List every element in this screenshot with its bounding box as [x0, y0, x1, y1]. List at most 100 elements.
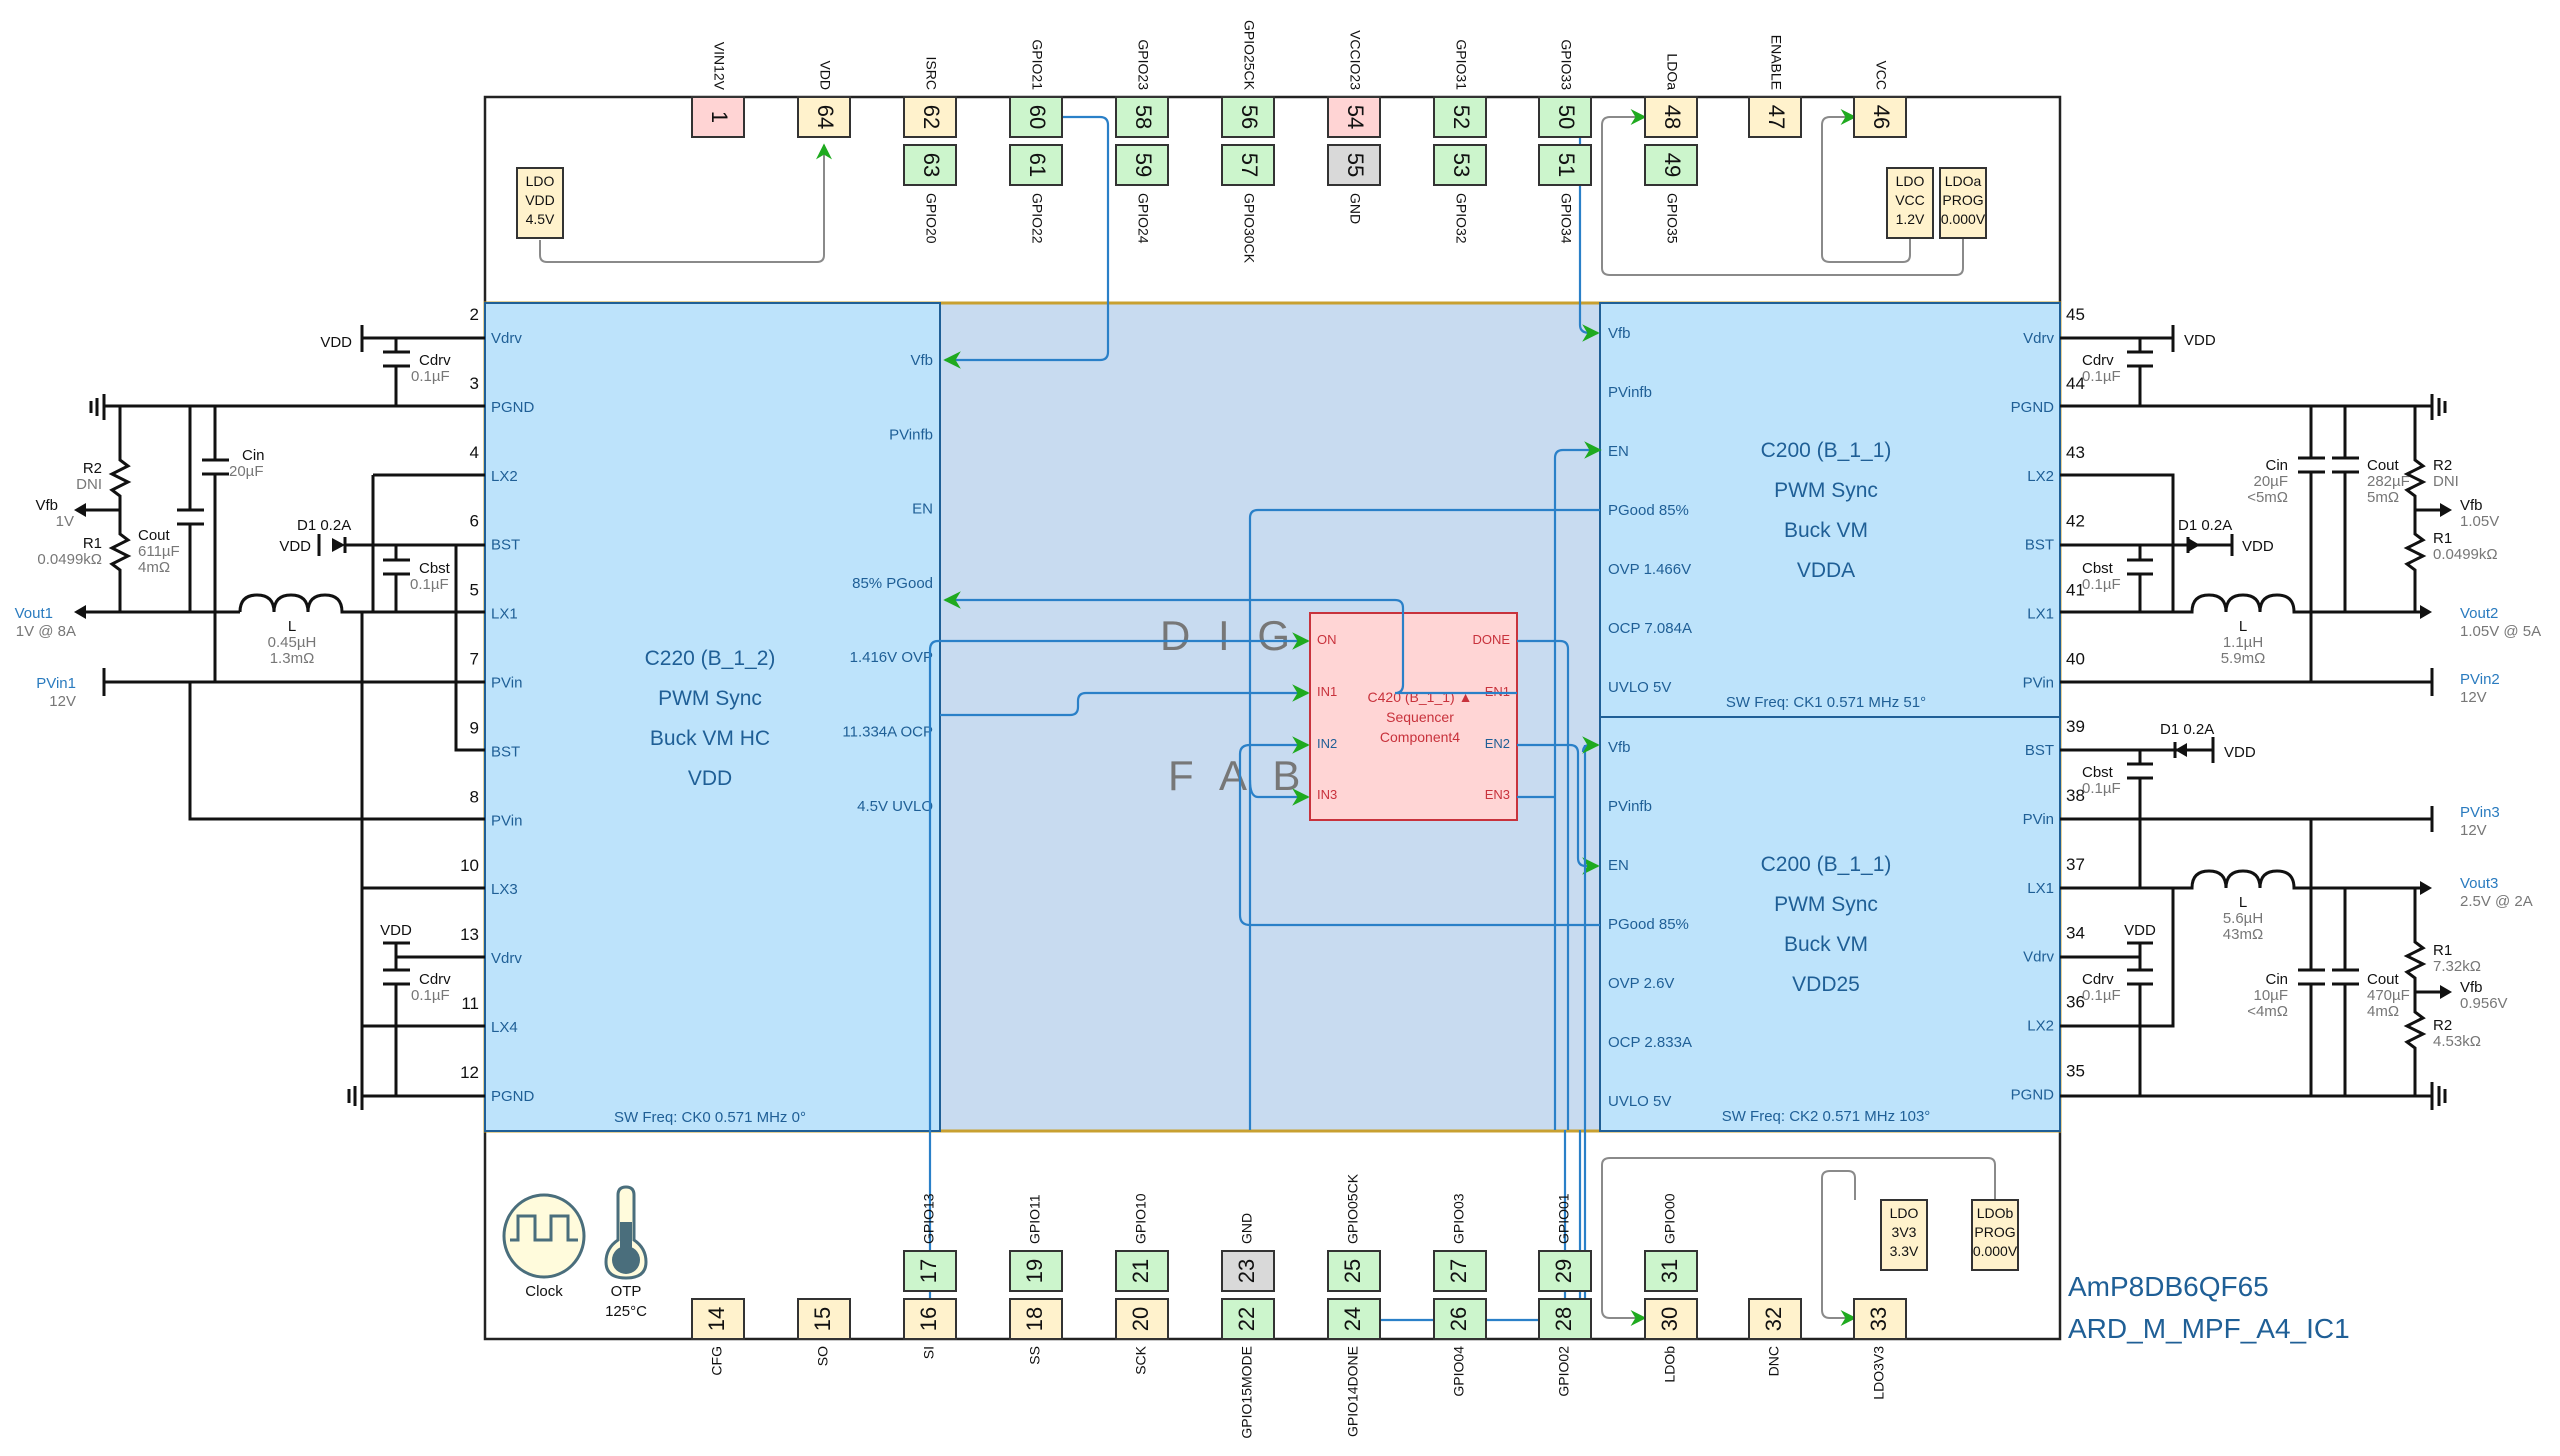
ldo-box-ldo-3v3[interactable]: LDO 3V3 3.3V	[1880, 1199, 1928, 1271]
buck-signal-label: Vfb	[910, 352, 933, 369]
pin-number: 55	[1343, 153, 1368, 177]
schematic-canvas: D I G I T F A B R C220 (B_1_2) PWM Sync …	[15, 20, 2541, 1439]
pin-number: 25	[1340, 1259, 1365, 1283]
top-pin-62[interactable]: 62 ISRC	[903, 57, 957, 138]
r2-cdrv-value: 0.1µF	[2082, 368, 2121, 385]
buck-signal-label: PGood 85%	[1608, 916, 1689, 933]
bottom-pin-22[interactable]: 22 GPIO15MODE	[1221, 1298, 1275, 1439]
ldo-box-line: LDOa	[1945, 173, 1982, 189]
top-pin-52[interactable]: 52 GPIO31	[1433, 39, 1487, 138]
r1-cin-name: Cin	[242, 447, 265, 464]
pin-label: LX1	[491, 606, 518, 623]
r1-ground2-icon	[347, 1082, 485, 1110]
top-pin-47[interactable]: 47 ENABLE	[1748, 35, 1802, 138]
top-pin-54[interactable]: 54 VCCIO23	[1327, 30, 1381, 138]
pin-label: LX2	[491, 468, 518, 485]
ldo-box-ldo-vcc[interactable]: LDO VCC 1.2V	[1886, 167, 1934, 239]
sequencer-c420[interactable]: C420 (B_1_1) ▲ Sequencer Component4 ON I…	[1309, 612, 1518, 821]
r3-cin-value: 10µF	[2254, 987, 2289, 1004]
buck-left-title-1: C220 (B_1_2)	[645, 647, 776, 670]
top-pin-64[interactable]: 64 VDD	[797, 60, 851, 138]
pin-name: GPIO00	[1662, 1193, 1678, 1244]
r2-ground-icon	[2060, 394, 2447, 420]
ldo-box-line: VCC	[1895, 192, 1925, 208]
pin-label: Vdrv	[2023, 949, 2054, 966]
r2-cbst-value: 0.1µF	[2082, 576, 2121, 593]
buck-signal-label: Vfb	[1608, 739, 1631, 756]
pin-number: 28	[1551, 1307, 1576, 1331]
ldo-box-ldob-prog[interactable]: LDOb PROG 0.000V	[1971, 1199, 2019, 1271]
r2-pvin-value: 12V	[2460, 689, 2487, 706]
bottom-pin-32[interactable]: 32 DNC	[1748, 1298, 1802, 1376]
pin-number: 5	[470, 581, 479, 600]
r1-vout-value: 1V @ 8A	[16, 623, 76, 640]
seq-out-en2: EN2	[1485, 736, 1510, 751]
r1-cbst-name: Cbst	[419, 560, 451, 577]
r2-cdrv-name: Cdrv	[2082, 352, 2114, 369]
pin-name: GPIO35	[1664, 193, 1680, 244]
buck-signal-label: UVLO 5V	[1608, 679, 1671, 696]
pin-name: GPIO05CK	[1345, 1173, 1361, 1244]
pin-number: 9	[470, 718, 479, 737]
buck-left-c220[interactable]: C220 (B_1_2) PWM Sync Buck VM HC VDD SW …	[460, 302, 941, 1132]
pin-number: 32	[1761, 1307, 1786, 1331]
pin-name: GPIO34	[1558, 193, 1574, 244]
r2-pvin-name: PVin2	[2460, 671, 2500, 688]
bottom-pin-33[interactable]: 33 LDO3V3	[1853, 1298, 1907, 1400]
pin-name: SO	[815, 1346, 831, 1366]
pin-number: 57	[1237, 153, 1262, 177]
r3-vfb-value: 0.956V	[2460, 995, 2508, 1012]
r1-vout-name: Vout1	[15, 605, 53, 622]
top-pin-48[interactable]: 48 LDOa	[1644, 53, 1698, 138]
r1-cout-esr: 4mΩ	[138, 559, 170, 576]
bottom-pin-16[interactable]: 16 SI	[903, 1298, 957, 1359]
top-pin-58[interactable]: 58 GPIO23	[1115, 39, 1169, 138]
pin-number: 60	[1025, 105, 1050, 129]
pin-number: 45	[2066, 305, 2085, 324]
top-pin-60[interactable]: 60 GPIO21	[1009, 39, 1063, 138]
otp-value: 125°C	[605, 1303, 647, 1320]
pin-number: 10	[460, 856, 479, 875]
pin-name: ENABLE	[1768, 35, 1784, 90]
pin-label: LX3	[491, 881, 518, 898]
pin-label: PVin	[2023, 811, 2054, 828]
buck-right-bottom-c200-vdd25[interactable]: C200 (B_1_1) PWM Sync Buck VM VDD25 SW F…	[1599, 716, 2085, 1132]
buck-right-top-c200-vdda[interactable]: C200 (B_1_1) PWM Sync Buck VM VDDA SW Fr…	[1599, 302, 2085, 718]
bottom-pin-18[interactable]: 18 SS	[1009, 1298, 1063, 1365]
top-pin-56[interactable]: 56 GPIO25CK	[1221, 20, 1275, 138]
buck-left-title-4: VDD	[688, 767, 732, 790]
bottom-pin-30[interactable]: 30 LDOb	[1644, 1298, 1698, 1383]
pin-name: GPIO32	[1453, 193, 1469, 244]
pin-number: 22	[1234, 1307, 1259, 1331]
r3-r1-value: 7.32kΩ	[2433, 958, 2481, 975]
ldo-box-ldoa-prog[interactable]: LDOa PROG 0.000V	[1939, 167, 1987, 239]
r3-cin-esr: <4mΩ	[2247, 1003, 2288, 1020]
buck-left-title-2: PWM Sync	[658, 687, 762, 710]
bottom-pin-26[interactable]: 26 GPIO04	[1433, 1298, 1487, 1397]
pin-number: 19	[1022, 1259, 1047, 1283]
pin-number: 64	[813, 105, 838, 129]
ldo-box-line: LDO	[1890, 1205, 1919, 1221]
r2-r2-name: R2	[2433, 457, 2452, 474]
r3-cbst-name: Cbst	[2082, 764, 2114, 781]
top-pin-46[interactable]: 46 VCC	[1853, 60, 1907, 138]
r3-cdrv-value: 0.1µF	[2082, 987, 2121, 1004]
bottom-pin-20[interactable]: 20 SCK	[1115, 1298, 1169, 1375]
ldo-box-line: LDO	[526, 173, 555, 189]
bottom-pin-28[interactable]: 28 GPIO02	[1538, 1298, 1592, 1397]
buck-signal-label: EN	[1608, 857, 1629, 874]
bottom-pin-24[interactable]: 24 GPIO14DONE	[1327, 1298, 1381, 1437]
r1-pvin-value: 12V	[49, 693, 76, 710]
top-pin-50[interactable]: 50 GPIO33	[1538, 39, 1592, 138]
top-pin-1[interactable]: 1 VIN12V	[691, 42, 745, 138]
r1-cdrv2-value: 0.1µF	[411, 987, 450, 1004]
r1-d1-vdd: VDD	[279, 538, 311, 555]
r3-vdd-label: VDD	[2124, 922, 2156, 939]
bottom-pin-15[interactable]: 15 SO	[797, 1298, 851, 1366]
bottom-pin-14[interactable]: 14 CFG	[691, 1298, 745, 1376]
r3-r2-value: 4.53kΩ	[2433, 1033, 2481, 1050]
ldo-box-ldo-vdd[interactable]: LDO VDD 4.5V	[516, 167, 564, 239]
buck-rb-sw-freq: SW Freq: CK2 0.571 MHz 103°	[1722, 1108, 1931, 1125]
r3-cout-name: Cout	[2367, 971, 2400, 988]
r3-r2-name: R2	[2433, 1017, 2452, 1034]
